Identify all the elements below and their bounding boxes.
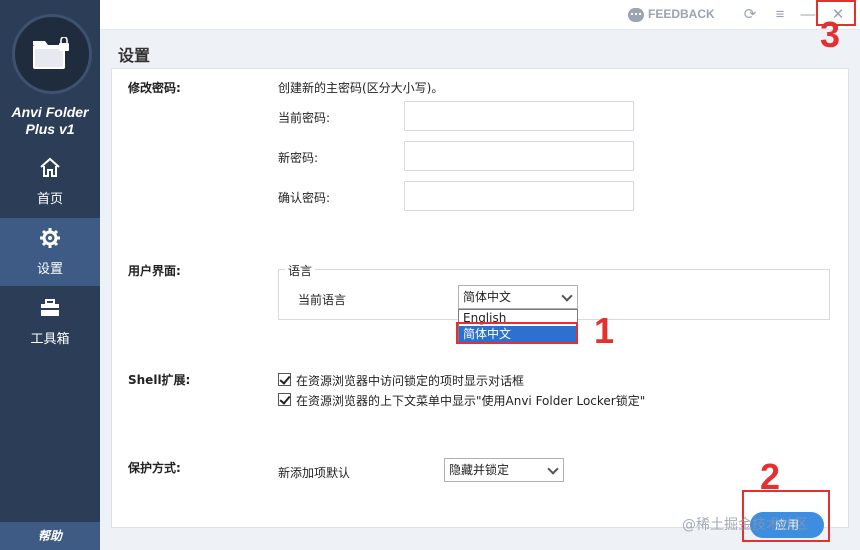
toolbox-icon	[41, 299, 59, 316]
shell-section-label: Shell扩展:	[128, 373, 191, 387]
current-language-label: 当前语言	[298, 293, 347, 307]
app-logo	[12, 14, 92, 94]
sidebar-item-settings[interactable]: 设置	[0, 218, 100, 286]
sidebar-item-home[interactable]: 首页	[0, 148, 100, 216]
minimize-icon[interactable]: —	[798, 5, 818, 25]
default-protection-label: 新添加项默认	[278, 466, 351, 480]
shell-option-1-label: 在资源浏览器中访问锁定的项时显示对话框	[296, 374, 525, 388]
sidebar-item-label: 首页	[36, 191, 63, 206]
chat-icon	[628, 7, 644, 22]
shell-option-1-checkbox[interactable]	[278, 373, 291, 386]
language-select[interactable]: 简体中文	[458, 285, 578, 309]
confirm-password-field[interactable]	[404, 181, 634, 211]
new-password-field[interactable]	[404, 141, 634, 171]
page-title: 设置	[118, 46, 151, 65]
annotation-number-3: 3	[820, 14, 841, 55]
confirm-password-label: 确认密码:	[278, 191, 331, 205]
current-password-field[interactable]	[404, 101, 634, 131]
annotation-number-1: 1	[594, 310, 615, 351]
gear-icon	[40, 228, 60, 248]
sidebar-item-label: 工具箱	[30, 331, 70, 346]
shell-option-2-label: 在资源浏览器的上下文菜单中显示"使用Anvi Folder Locker锁定"	[296, 394, 646, 408]
new-password-label: 新密码:	[278, 151, 319, 165]
help-button[interactable]: 帮助	[0, 522, 100, 550]
home-icon	[40, 157, 60, 177]
current-password-label: 当前密码:	[278, 111, 331, 125]
title-bar: FEEDBACK ⟳ ≡ — ✕	[100, 0, 860, 30]
annotation-number-2: 2	[760, 456, 781, 497]
protection-select[interactable]: 隐藏并锁定	[444, 458, 564, 482]
refresh-icon[interactable]: ⟳	[740, 5, 760, 25]
app-name: Anvi Folder Plus v1	[11, 104, 89, 137]
chevron-down-icon	[547, 463, 559, 475]
password-hint: 创建新的主密码(区分大小写)。	[278, 81, 444, 95]
feedback-button[interactable]: FEEDBACK	[628, 7, 715, 23]
protection-section-label: 保护方式:	[128, 461, 181, 475]
watermark: @稀土掘金技术社区	[682, 517, 808, 533]
annotation-box-1	[456, 322, 578, 344]
main-content: 设置 修改密码: 创建新的主密码(区分大小写)。 当前密码: 新密码: 确认密码…	[100, 30, 860, 550]
password-section-label: 修改密码:	[128, 81, 181, 95]
language-group-title: 语言	[285, 262, 316, 279]
sidebar-item-toolbox[interactable]: 工具箱	[0, 288, 100, 356]
shell-option-2-checkbox[interactable]	[278, 393, 291, 406]
menu-icon[interactable]: ≡	[770, 5, 790, 25]
settings-panel: 修改密码: 创建新的主密码(区分大小写)。 当前密码: 新密码: 确认密码: 用…	[111, 68, 849, 528]
folder-lock-icon	[33, 37, 69, 69]
sidebar: Anvi Folder Plus v1 首页 设置 工具箱 帮助	[0, 0, 100, 550]
chevron-down-icon	[561, 290, 573, 302]
ui-section-label: 用户界面:	[128, 264, 181, 278]
sidebar-item-label: 设置	[36, 261, 63, 276]
